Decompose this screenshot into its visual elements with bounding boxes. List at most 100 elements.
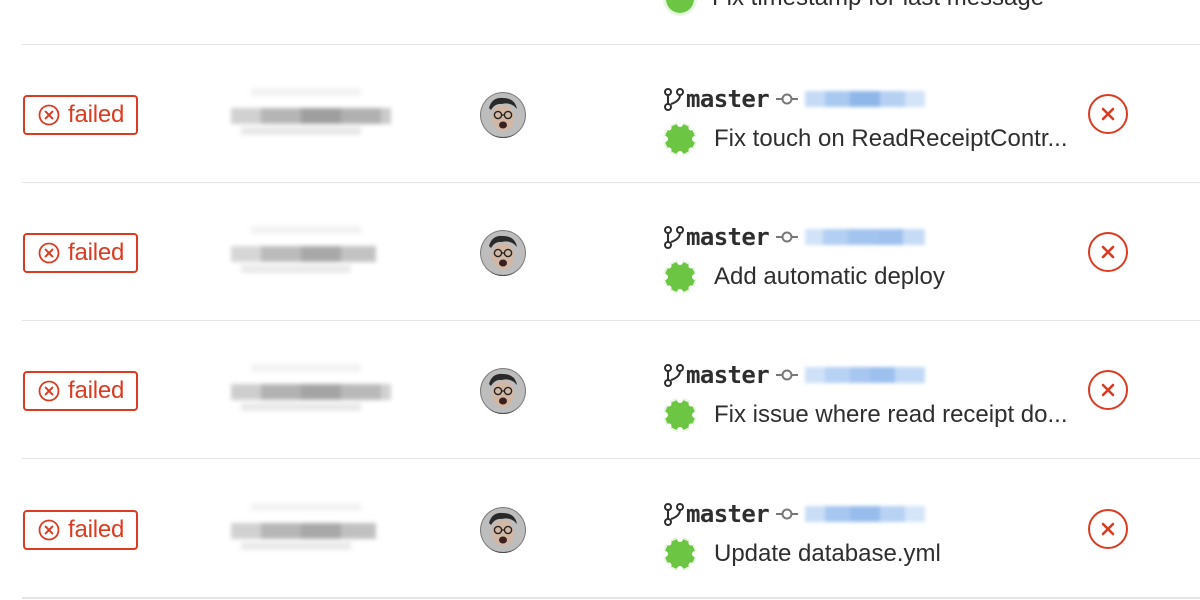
- redaction-pixel: [301, 523, 341, 539]
- status-label: failed: [68, 239, 125, 266]
- cancel-button[interactable]: [1088, 370, 1128, 410]
- commit-sha-redacted[interactable]: [805, 363, 926, 387]
- redaction-pixel: [261, 384, 301, 400]
- branch-name[interactable]: master: [686, 85, 770, 113]
- pipeline-row: failed: [0, 460, 1200, 598]
- redaction-pixel: [251, 364, 361, 372]
- branch-name[interactable]: master: [686, 223, 770, 251]
- commit-sha-redacted[interactable]: [805, 87, 926, 111]
- status-badge[interactable]: failed: [23, 510, 138, 550]
- redaction-pixel: [878, 229, 904, 245]
- pipeline-id-redacted: [231, 503, 391, 551]
- status-label: failed: [68, 377, 125, 404]
- commit-title[interactable]: Fix timestamp for last message: [712, 0, 1044, 10]
- cancel-button[interactable]: [1088, 232, 1128, 272]
- redaction-pixel: [850, 91, 881, 107]
- redaction-pixel: [848, 229, 879, 245]
- commit-info: Fix issue where read receipt do...: [663, 397, 1068, 433]
- identicon-avatar: [663, 537, 697, 571]
- redaction-pixel: [381, 384, 391, 400]
- row-divider: [22, 458, 1200, 459]
- redaction-pixel: [381, 108, 391, 124]
- commit-info: Add automatic deploy: [663, 259, 945, 295]
- redaction-pixel: [261, 246, 301, 262]
- redaction-pixel: [241, 127, 361, 135]
- pipeline-row: failed: [0, 45, 1200, 183]
- redaction-pixel: [850, 506, 881, 522]
- redaction-pixel: [341, 108, 381, 124]
- redaction-pixel: [301, 384, 341, 400]
- status-failed-icon: [38, 104, 60, 126]
- branch-icon: [663, 87, 685, 111]
- redaction-pixel: [241, 265, 351, 273]
- redaction-pixel: [261, 523, 301, 539]
- pipeline-row: failed: [0, 321, 1200, 459]
- redaction-pixel: [231, 108, 261, 124]
- cancel-icon: [1100, 106, 1116, 122]
- redaction-pixel: [895, 367, 926, 383]
- commit-title[interactable]: Add automatic deploy: [714, 263, 945, 291]
- commit-title[interactable]: Fix issue where read receipt do...: [714, 401, 1068, 429]
- status-label: failed: [68, 101, 125, 128]
- redaction-pixel: [301, 108, 341, 124]
- commit-sha-redacted[interactable]: [805, 502, 926, 526]
- redaction-pixel: [241, 403, 361, 411]
- redaction-pixel: [805, 506, 826, 522]
- commit-icon: [775, 507, 799, 521]
- redaction-pixel: [341, 384, 386, 400]
- redaction-pixel: [301, 246, 341, 262]
- branch-icon: [663, 225, 685, 249]
- commit-icon: [775, 368, 799, 382]
- redaction-pixel: [905, 506, 926, 522]
- avatar[interactable]: [480, 368, 526, 414]
- redaction-pixel: [903, 229, 926, 245]
- commit-icon: [775, 92, 799, 106]
- commit-info: Fix touch on ReadReceiptContr...: [663, 121, 1068, 157]
- commit-title[interactable]: Fix touch on ReadReceiptContr...: [714, 125, 1068, 153]
- pipeline-id-redacted: [231, 364, 391, 412]
- redaction-pixel: [231, 246, 261, 262]
- cancel-icon: [1100, 521, 1116, 537]
- redaction-pixel: [805, 367, 826, 383]
- status-badge[interactable]: failed: [23, 371, 138, 411]
- cancel-icon: [1100, 382, 1116, 398]
- identicon-avatar: [663, 122, 697, 156]
- redaction-pixel: [825, 91, 851, 107]
- status-failed-icon: [38, 242, 60, 264]
- redaction-pixel: [825, 367, 851, 383]
- status-badge[interactable]: failed: [23, 233, 138, 273]
- redaction-pixel: [880, 506, 906, 522]
- identicon-avatar: [663, 0, 697, 16]
- identicon-avatar: [663, 260, 697, 294]
- redaction-pixel: [251, 226, 361, 234]
- avatar[interactable]: [480, 92, 526, 138]
- avatar[interactable]: [480, 507, 526, 553]
- branch-name[interactable]: master: [686, 500, 770, 528]
- status-badge[interactable]: failed: [23, 95, 138, 135]
- row-divider: [22, 598, 1200, 599]
- commit-info: Update database.yml: [663, 536, 941, 572]
- branch-info: master: [663, 498, 926, 530]
- redaction-pixel: [880, 91, 906, 107]
- pipeline-id-redacted: [231, 226, 391, 274]
- redaction-pixel: [870, 367, 896, 383]
- branch-info: master: [663, 359, 926, 391]
- commit-title[interactable]: Update database.yml: [714, 540, 941, 568]
- redaction-pixel: [251, 503, 361, 511]
- redaction-pixel: [805, 91, 826, 107]
- redaction-pixel: [905, 91, 926, 107]
- avatar[interactable]: [480, 230, 526, 276]
- cancel-button[interactable]: [1088, 509, 1128, 549]
- branch-name[interactable]: master: [686, 361, 770, 389]
- commit-sha-redacted[interactable]: [805, 225, 926, 249]
- redaction-pixel: [805, 229, 824, 245]
- commit-icon: [775, 230, 799, 244]
- cancel-button[interactable]: [1088, 94, 1128, 134]
- redaction-pixel: [251, 88, 361, 96]
- branch-icon: [663, 502, 685, 526]
- pipeline-row: failed: [0, 183, 1200, 321]
- status-label: failed: [68, 516, 125, 543]
- redaction-pixel: [825, 506, 851, 522]
- redaction-pixel: [261, 108, 301, 124]
- redaction-pixel: [850, 367, 871, 383]
